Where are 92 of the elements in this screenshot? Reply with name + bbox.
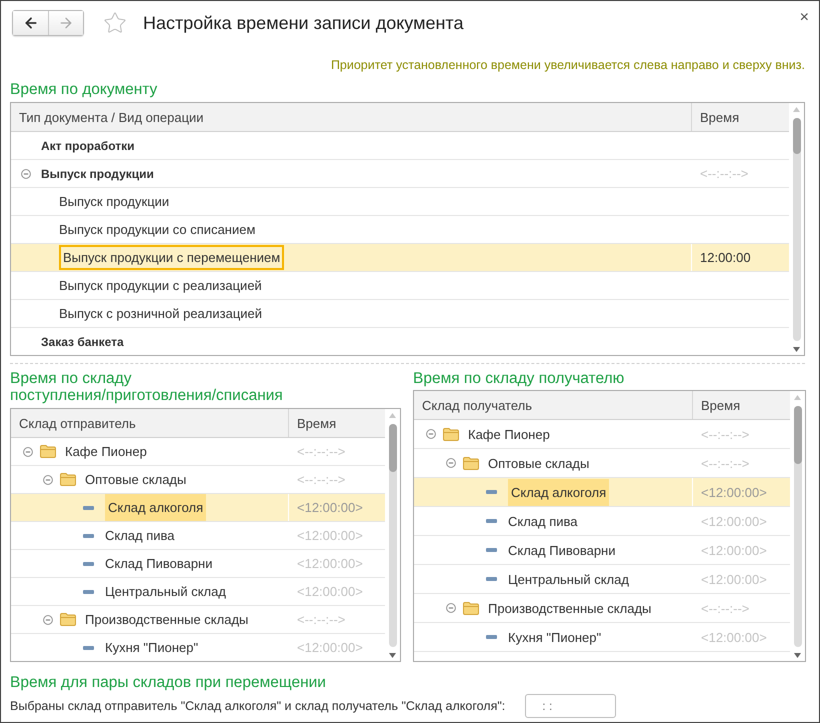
- window-title: Настройка времени записи документа: [143, 12, 464, 34]
- scroll-down-icon[interactable]: [794, 653, 801, 658]
- row-label: Склад Пивоварни: [508, 542, 616, 558]
- table-row[interactable]: Склад алкоголя <12:00:00>: [414, 478, 790, 507]
- scroll-thumb[interactable]: [794, 406, 802, 464]
- row-label: Центральный склад: [508, 572, 629, 586]
- column-header[interactable]: Тип документа / Вид операции: [11, 103, 691, 131]
- row-label: Производственные склады: [85, 612, 248, 627]
- row-label: Заказ банкета: [41, 334, 124, 348]
- collapse-icon[interactable]: [43, 614, 53, 624]
- row-label: Кафе Пионер: [65, 444, 147, 459]
- dash-icon: [82, 646, 94, 650]
- row-label: Акт проработки: [41, 138, 134, 152]
- time-value: <--:--:-->: [297, 612, 346, 627]
- row-label: Склад Пивоварни: [105, 556, 212, 571]
- row-label: Выпуск продукции с реализацией: [59, 278, 262, 293]
- row-label: Склад пива: [105, 528, 175, 543]
- time-value: <12:00:00>: [297, 500, 363, 515]
- row-label: Оптовые склады: [488, 456, 590, 470]
- time-value: <12:00:00>: [297, 528, 363, 543]
- folder-icon: [463, 456, 479, 470]
- dash-icon: [82, 534, 94, 538]
- time-value: <--:--:-->: [701, 600, 750, 616]
- time-value: <--:--:-->: [701, 426, 750, 442]
- collapse-icon[interactable]: [21, 168, 31, 178]
- time-value: <--:--:-->: [701, 456, 750, 470]
- forward-arrow-icon: [58, 15, 74, 31]
- time-value: <12:00:00>: [297, 556, 363, 571]
- dash-icon: [486, 519, 496, 523]
- time-value: <12:00:00>: [701, 514, 767, 528]
- scroll-thumb[interactable]: [388, 424, 396, 472]
- row-label: Выпуск с розничной реализацией: [59, 306, 262, 321]
- row-label: Центральный склад: [105, 584, 226, 599]
- scroll-down-icon[interactable]: [389, 653, 396, 658]
- dash-icon: [486, 548, 496, 552]
- row-label: Склад пива: [508, 514, 578, 528]
- collapse-icon[interactable]: [23, 446, 33, 456]
- table-row[interactable]: Выпуск продукции с перемещением 12:00:00: [11, 244, 789, 272]
- dash-icon: [486, 635, 496, 639]
- dash-icon: [82, 506, 94, 510]
- column-header[interactable]: Склад получатель: [414, 391, 692, 419]
- row-label: Кухня "Пионер": [508, 630, 602, 644]
- folder-icon: [463, 602, 479, 614]
- dash-icon: [82, 562, 94, 566]
- time-value: <12:00:00>: [701, 572, 767, 586]
- section-title: Время по складу поступления/приготовления/списания: [10, 370, 284, 404]
- collapse-icon[interactable]: [446, 458, 456, 468]
- dash-icon: [486, 490, 496, 494]
- row-label: Выпуск продукции со списанием: [59, 222, 256, 237]
- time-value: <--:--:-->: [297, 444, 346, 459]
- column-header[interactable]: Время: [691, 103, 789, 131]
- collapse-icon[interactable]: [43, 474, 53, 484]
- row-label: Выпуск продукции: [59, 194, 170, 209]
- collapse-icon[interactable]: [426, 429, 436, 439]
- time-value: <12:00:00>: [297, 640, 363, 655]
- hint-text: Приоритет установленного времени увеличивается слева направо и сверху вниз.: [330, 58, 805, 74]
- column-header[interactable]: Время: [288, 409, 385, 437]
- folder-icon: [60, 473, 76, 486]
- column-header[interactable]: Время: [692, 391, 790, 419]
- column-header[interactable]: Склад отправитель: [11, 409, 288, 437]
- star-icon[interactable]: [103, 11, 127, 35]
- table-row[interactable]: Склад алкоголя <12:00:00>: [11, 494, 385, 522]
- row-label: Производственные склады: [488, 600, 652, 616]
- row-label: Склад алкоголя: [508, 478, 610, 506]
- time-value: <12:00:00>: [701, 542, 767, 558]
- row-label: Кафе Пионер: [468, 426, 550, 442]
- time-value: <--:--:-->: [297, 472, 346, 487]
- close-button[interactable]: ×: [798, 9, 811, 27]
- time-value: <12:00:00>: [701, 484, 767, 500]
- row-label: Выпуск продукции: [41, 166, 154, 180]
- row-label: Кухня "Пионер": [105, 640, 198, 655]
- folder-icon: [60, 613, 76, 626]
- row-label: Оптовые склады: [85, 472, 186, 487]
- time-value: <12:00:00>: [701, 630, 767, 644]
- scroll-thumb[interactable]: [792, 118, 800, 154]
- folder-icon: [443, 428, 459, 440]
- scroll-down-icon[interactable]: [793, 347, 800, 352]
- dash-icon: [486, 577, 496, 581]
- back-button[interactable]: [13, 11, 48, 35]
- section-title: Время для пары складов при перемещении: [10, 674, 327, 691]
- time-value: <12:00:00>: [297, 584, 363, 599]
- row-label: Выпуск продукции с перемещением: [59, 245, 284, 270]
- selection-text: Выбраны склад отправитель "Склад алкоголя" и склад получатель "Склад алкоголя":: [10, 699, 506, 713]
- time-value: 12:00:00: [700, 250, 751, 265]
- row-label: Склад алкоголя: [105, 494, 206, 521]
- folder-icon: [40, 445, 56, 458]
- section-title: Время по документу: [10, 81, 158, 98]
- collapse-icon[interactable]: [446, 603, 456, 613]
- time-value: <--:--:-->: [700, 166, 748, 181]
- section-title: Время по складу получателю: [413, 370, 626, 387]
- time-field[interactable]: : :: [525, 694, 616, 718]
- dash-icon: [82, 590, 94, 594]
